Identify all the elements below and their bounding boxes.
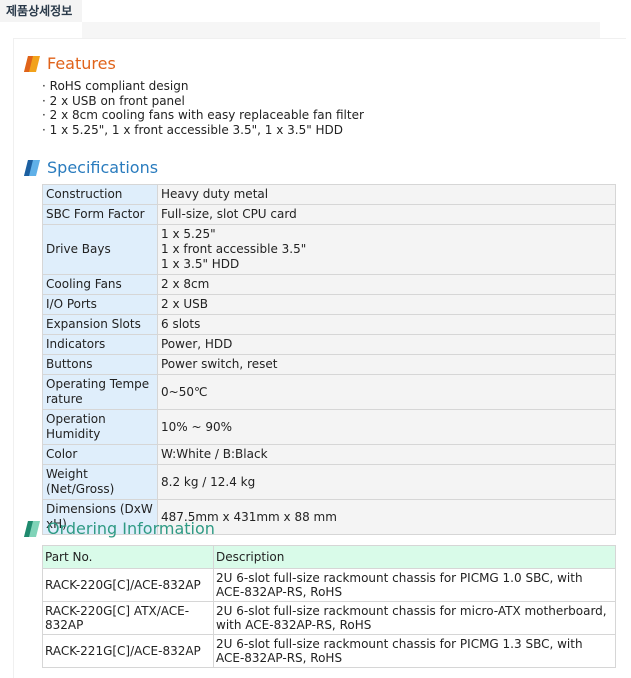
part-number: RACK-220G[C]/ACE-832AP [42, 568, 214, 602]
product-details-panel: Features RoHS compliant design 2 x USB o… [13, 38, 626, 678]
spec-key: Buttons [42, 354, 158, 375]
spec-key: Indicators [42, 334, 158, 355]
spec-key: Operation Humidity [42, 409, 158, 445]
feature-item: 2 x 8cm cooling fans with easy replaceab… [42, 108, 364, 123]
spec-row: I/O Ports 2 x USB [42, 294, 616, 315]
spec-value: 2 x 8cm [157, 274, 616, 295]
part-number: RACK-220G[C] ATX/ACE-832AP [42, 601, 214, 635]
spec-row: Construction Heavy duty metal [42, 184, 616, 205]
spec-key: Construction [42, 184, 158, 205]
ordering-section-icon [24, 520, 40, 537]
ordering-table: Part No. Description RACK-220G[C]/ACE-83… [42, 545, 616, 668]
spec-value: 10% ~ 90% [157, 409, 616, 445]
spec-value: Power, HDD [157, 334, 616, 355]
feature-item: 2 x USB on front panel [42, 94, 364, 109]
spec-row: SBC Form Factor Full-size, slot CPU card [42, 204, 616, 225]
part-description: 2U 6-slot full-size rackmount chassis fo… [213, 601, 616, 635]
features-section-icon [24, 55, 40, 72]
specifications-table: Construction Heavy duty metal SBC Form Fa… [42, 184, 616, 535]
spec-row: Indicators Power, HDD [42, 334, 616, 355]
ordering-heading: Ordering Information [24, 519, 215, 538]
spec-value: 6 slots [157, 314, 616, 335]
spec-value: Power switch, reset [157, 354, 616, 375]
tab-bar-divider [82, 22, 600, 38]
features-title: Features [47, 54, 116, 73]
spec-row: Operating Temperature 0~50℃ [42, 374, 616, 410]
spec-row: Drive Bays 1 x 5.25" 1 x front accessible… [42, 224, 616, 275]
spec-key: Expansion Slots [42, 314, 158, 335]
specifications-heading: Specifications [24, 158, 158, 177]
features-heading: Features [24, 54, 116, 73]
part-description: 2U 6-slot full-size rackmount chassis fo… [213, 568, 616, 602]
feature-item: 1 x 5.25", 1 x front accessible 3.5", 1 … [42, 123, 364, 138]
spec-value: 8.2 kg / 12.4 kg [157, 464, 616, 500]
spec-row: Expansion Slots 6 slots [42, 314, 616, 335]
ordering-row: RACK-220G[C]/ACE-832AP 2U 6-slot full-si… [42, 568, 616, 602]
spec-value: 487.5mm x 431mm x 88 mm [157, 499, 616, 535]
spec-value: 0~50℃ [157, 374, 616, 410]
spec-key: Weight (Net/Gross) [42, 464, 158, 500]
tab-bar: 제품상세정보 [0, 0, 600, 38]
description-header: Description [213, 545, 616, 569]
spec-row: Operation Humidity 10% ~ 90% [42, 409, 616, 445]
spec-row: Buttons Power switch, reset [42, 354, 616, 375]
features-list: RoHS compliant design 2 x USB on front p… [42, 79, 364, 137]
specifications-section-icon [24, 159, 40, 176]
specifications-title: Specifications [47, 158, 159, 177]
spec-key: Color [42, 444, 158, 465]
spec-row: Color W:White / B:Black [42, 444, 616, 465]
spec-value: Heavy duty metal [157, 184, 616, 205]
spec-row: Cooling Fans 2 x 8cm [42, 274, 616, 295]
ordering-title: Ordering Information [47, 519, 215, 538]
part-number: RACK-221G[C]/ACE-832AP [42, 634, 214, 668]
spec-value: W:White / B:Black [157, 444, 616, 465]
spec-key: Operating Temperature [42, 374, 158, 410]
ordering-header-row: Part No. Description [42, 545, 616, 569]
spec-key: Drive Bays [42, 224, 158, 275]
part-description: 2U 6-slot full-size rackmount chassis fo… [213, 634, 616, 668]
ordering-row: RACK-220G[C] ATX/ACE-832AP 2U 6-slot ful… [42, 601, 616, 635]
ordering-row: RACK-221G[C]/ACE-832AP 2U 6-slot full-si… [42, 634, 616, 668]
tab-product-details[interactable]: 제품상세정보 [0, 0, 82, 22]
part-number-header: Part No. [42, 545, 214, 569]
spec-value: Full-size, slot CPU card [157, 204, 616, 225]
feature-item: RoHS compliant design [42, 79, 364, 94]
spec-key: Cooling Fans [42, 274, 158, 295]
spec-value: 1 x 5.25" 1 x front accessible 3.5" 1 x … [157, 224, 616, 275]
spec-row: Weight (Net/Gross) 8.2 kg / 12.4 kg [42, 464, 616, 500]
spec-key: SBC Form Factor [42, 204, 158, 225]
spec-key: I/O Ports [42, 294, 158, 315]
spec-value: 2 x USB [157, 294, 616, 315]
